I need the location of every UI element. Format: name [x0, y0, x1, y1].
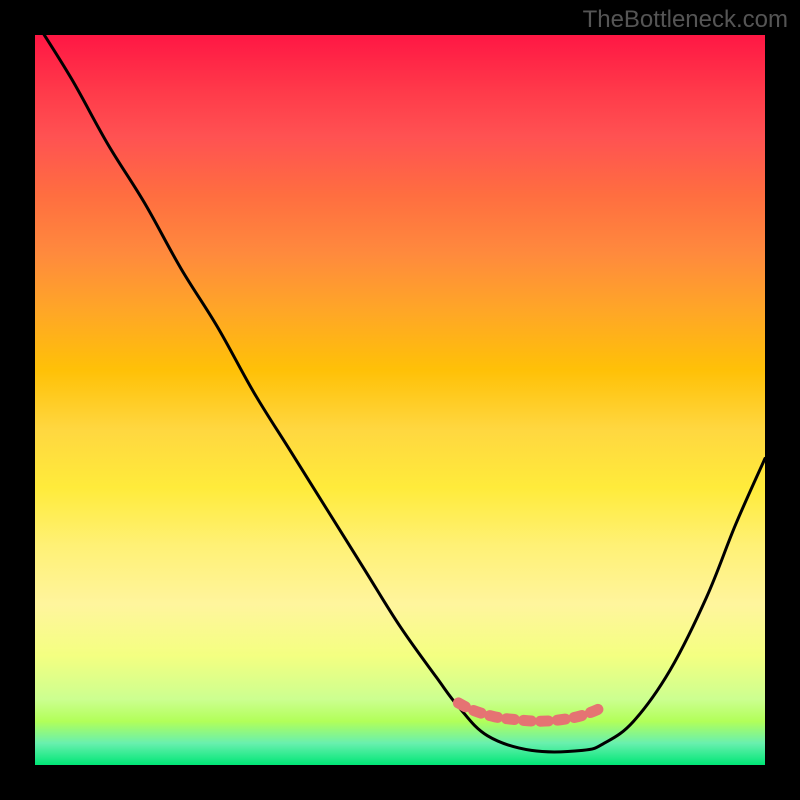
watermark-text: TheBottleneck.com	[583, 6, 788, 34]
optimal-band-path	[458, 703, 604, 721]
bottleneck-curve-path	[35, 35, 765, 752]
chart-plot-area	[35, 35, 765, 765]
chart-svg	[35, 35, 765, 765]
